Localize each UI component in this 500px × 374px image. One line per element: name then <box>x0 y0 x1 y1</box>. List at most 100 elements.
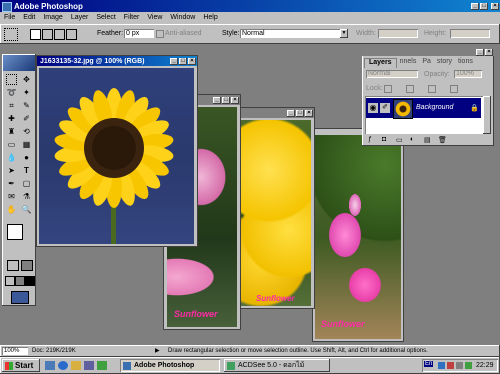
feather-label: Feather: <box>97 30 124 37</box>
add-layer-style-icon[interactable]: ƒ <box>368 136 379 146</box>
width-field[interactable] <box>378 29 418 38</box>
eyedropper-tool[interactable]: ⚗ <box>21 191 32 202</box>
magic-wand-tool[interactable]: ✦ <box>21 87 32 98</box>
close-button[interactable]: × <box>491 2 499 10</box>
doc-main-minimize[interactable]: _ <box>170 57 178 65</box>
standard-mode-icon[interactable] <box>7 260 19 271</box>
doc-yellow-close[interactable]: × <box>305 109 313 117</box>
start-button[interactable]: Start <box>2 359 40 372</box>
layers-scrollbar[interactable] <box>483 96 491 134</box>
gradient-tool[interactable]: ▦ <box>21 139 32 150</box>
menu-file[interactable]: File <box>0 12 19 24</box>
quicklaunch-outlook-icon[interactable] <box>71 361 81 370</box>
tab-layers[interactable]: Layers <box>364 58 397 68</box>
lasso-tool[interactable]: ➰ <box>6 87 17 98</box>
style-select[interactable]: Normal <box>240 29 347 38</box>
lock-position-checkbox[interactable] <box>428 85 436 93</box>
menu-select[interactable]: Select <box>92 12 119 24</box>
tab-channels[interactable]: nnels <box>397 58 420 68</box>
screen-mode-standard-icon[interactable] <box>5 276 15 286</box>
antialiased-checkbox[interactable] <box>156 30 164 38</box>
lock-icon: 🔒 <box>470 105 479 112</box>
subtract-selection-icon[interactable] <box>54 29 65 40</box>
eraser-tool[interactable]: ▭ <box>6 139 17 150</box>
new-set-icon[interactable]: ▭ <box>396 136 407 146</box>
doc-hibiscus-close[interactable]: × <box>231 96 239 104</box>
doc-yellow-maximize[interactable]: □ <box>296 109 304 117</box>
status-arrow-icon[interactable]: ▶ <box>155 347 160 355</box>
pen-tool[interactable]: ✒ <box>6 178 17 189</box>
intersect-selection-icon[interactable] <box>66 29 77 40</box>
menu-view[interactable]: View <box>143 12 166 24</box>
new-layer-icon[interactable]: ▤ <box>424 136 435 146</box>
path-selection-tool[interactable]: ➤ <box>6 165 17 176</box>
marquee-tool-icon[interactable] <box>4 28 18 41</box>
blend-mode-select[interactable]: Normal <box>366 70 418 78</box>
tab-actions[interactable]: tions <box>455 58 476 68</box>
tray-icon-2[interactable] <box>447 362 454 369</box>
slice-tool[interactable]: ✎ <box>21 100 32 111</box>
dodge-tool[interactable]: ● <box>21 152 32 163</box>
hand-tool[interactable]: ✋ <box>6 204 17 215</box>
zoom-field[interactable]: 100% <box>2 347 28 355</box>
tray-icon-4[interactable] <box>465 362 472 369</box>
move-tool[interactable]: ✥ <box>21 74 32 85</box>
minimize-button[interactable]: _ <box>471 2 479 10</box>
notes-tool[interactable]: ✉ <box>6 191 17 202</box>
menu-filter[interactable]: Filter <box>120 12 144 24</box>
foreground-color-swatch[interactable] <box>7 224 23 240</box>
jump-to-imageready-icon[interactable] <box>11 291 29 304</box>
feather-field[interactable]: 0 px <box>124 29 154 38</box>
screen-mode-full-menu-icon[interactable] <box>15 276 25 286</box>
menu-layer[interactable]: Layer <box>67 12 93 24</box>
layer-row-background[interactable]: ◉ ✐ Background 🔒 <box>366 98 481 119</box>
chevron-down-icon[interactable]: ▼ <box>340 29 348 38</box>
lock-all-checkbox[interactable] <box>450 85 458 93</box>
menu-help[interactable]: Help <box>199 12 221 24</box>
add-mask-icon[interactable]: ◘ <box>382 136 393 146</box>
blur-tool[interactable]: 💧 <box>6 152 17 163</box>
type-tool[interactable]: T <box>21 165 32 176</box>
clone-stamp-tool[interactable]: ♜ <box>6 126 17 137</box>
eye-icon[interactable]: ◉ <box>368 103 378 113</box>
quicklaunch-desktop-icon[interactable] <box>45 361 55 370</box>
layers-panel-minimize[interactable]: _ <box>476 48 484 56</box>
layers-panel-close[interactable]: × <box>485 48 493 56</box>
quicklaunch-app-icon[interactable] <box>84 361 94 370</box>
tab-history[interactable]: story <box>434 58 455 68</box>
doc-main-close[interactable]: × <box>188 57 196 65</box>
quicklaunch-ie-icon[interactable] <box>58 361 68 370</box>
tab-paths[interactable]: Pa <box>419 58 434 68</box>
doc-hibiscus-maximize[interactable]: □ <box>222 96 230 104</box>
brush-tool[interactable]: ✐ <box>21 113 32 124</box>
maximize-button[interactable]: □ <box>480 2 488 10</box>
crop-tool[interactable]: ⌗ <box>6 100 17 111</box>
menu-window[interactable]: Window <box>166 12 199 24</box>
add-selection-icon[interactable] <box>42 29 53 40</box>
tray-icon-3[interactable] <box>456 362 463 369</box>
height-field[interactable] <box>450 29 490 38</box>
zoom-tool[interactable]: 🔍 <box>21 204 32 215</box>
new-selection-icon[interactable] <box>30 29 41 40</box>
new-adjustment-layer-icon[interactable]: ◐ <box>410 136 421 146</box>
lock-transparency-checkbox[interactable] <box>384 85 392 93</box>
task-photoshop[interactable]: Adobe Photoshop <box>120 359 220 372</box>
lock-image-checkbox[interactable] <box>406 85 414 93</box>
doc-hibiscus-minimize[interactable]: _ <box>213 96 221 104</box>
tray-icon-1[interactable] <box>438 362 445 369</box>
screen-mode-full-icon[interactable] <box>25 276 35 286</box>
doc-yellow-minimize[interactable]: _ <box>287 109 295 117</box>
menu-image[interactable]: Image <box>39 12 66 24</box>
quickmask-mode-icon[interactable] <box>21 260 33 271</box>
quicklaunch-media-icon[interactable] <box>97 361 107 370</box>
shape-tool[interactable]: ▢ <box>21 178 32 189</box>
opacity-field[interactable]: 100% <box>454 70 482 78</box>
history-brush-tool[interactable]: ⟲ <box>21 126 32 137</box>
task-acdsee[interactable]: ACDSee 5.0 - ดอกไม้ <box>224 359 330 372</box>
language-indicator[interactable]: En <box>424 361 434 367</box>
trash-icon[interactable]: 🗑 <box>438 136 449 146</box>
healing-brush-tool[interactable]: ✚ <box>6 113 17 124</box>
menu-edit[interactable]: Edit <box>19 12 39 24</box>
marquee-tool[interactable] <box>6 74 17 85</box>
doc-main-maximize[interactable]: □ <box>179 57 187 65</box>
